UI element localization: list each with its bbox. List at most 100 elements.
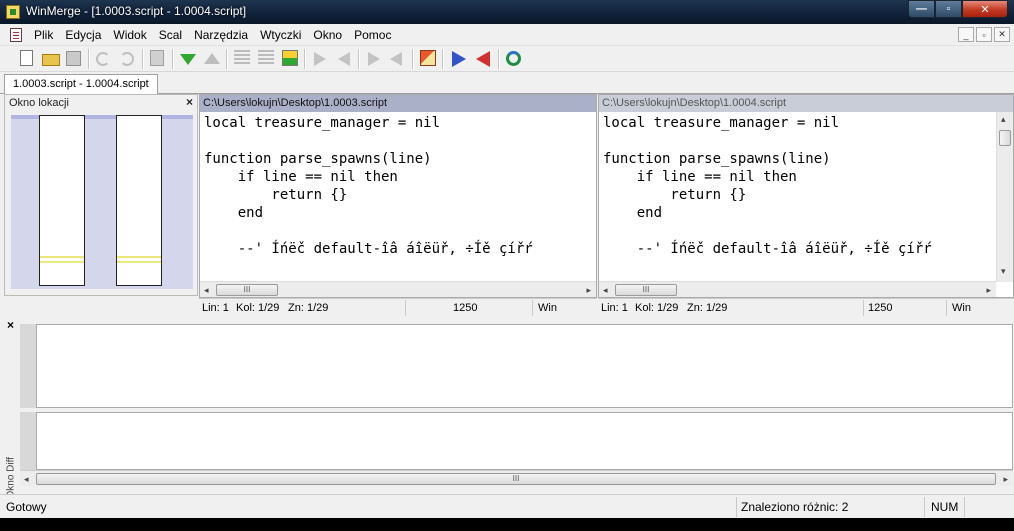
next-difference-icon[interactable] xyxy=(180,54,196,65)
right-vertical-scrollbar[interactable]: ▴ ▾ xyxy=(996,112,1013,282)
menu-okno[interactable]: Okno xyxy=(307,28,348,42)
scroll-right-arrow-icon[interactable]: ▸ xyxy=(986,285,991,296)
left-horizontal-scroll-thumb[interactable]: III xyxy=(216,284,278,296)
scroll-left-arrow-icon[interactable]: ◂ xyxy=(24,474,29,485)
close-button[interactable]: ✕ xyxy=(962,0,1008,18)
mdi-controls: _ ▫ ✕ xyxy=(958,27,1010,42)
diff-pane-sidebar: × Okno Diff xyxy=(4,318,20,499)
scroll-down-arrow-icon[interactable]: ▾ xyxy=(1001,266,1006,277)
menu-narzedzia[interactable]: Narzędzia xyxy=(188,28,254,42)
diff-lower-view[interactable] xyxy=(36,412,1013,470)
diff-lower-gutter xyxy=(20,412,36,470)
copy-left-icon[interactable] xyxy=(338,52,350,66)
menu-scal[interactable]: Scal xyxy=(153,28,188,42)
status-num-lock: NUM xyxy=(931,500,959,514)
difference-marker xyxy=(117,256,161,258)
toolbar-separator xyxy=(498,49,499,69)
menu-bar: Plik Edycja Widok Scal Narzędzia Wtyczki… xyxy=(0,24,1014,46)
app-frame: Plik Edycja Widok Scal Narzędzia Wtyczki… xyxy=(0,24,1014,518)
right-horizontal-scrollbar[interactable]: ◂ III ▸ xyxy=(599,281,996,297)
refresh-icon[interactable] xyxy=(506,51,521,66)
all-right-icon[interactable] xyxy=(452,51,466,67)
open-folder-icon[interactable] xyxy=(42,54,60,66)
left-file-pane[interactable]: C:\Users\lokujn\Desktop\1.0003.script lo… xyxy=(199,94,597,298)
location-pane-close-icon[interactable]: × xyxy=(186,95,193,109)
location-left-column xyxy=(39,115,85,286)
maximize-button[interactable]: ▫ xyxy=(935,0,962,18)
last-difference-icon[interactable] xyxy=(282,50,298,66)
toolbar xyxy=(0,46,1014,72)
status-divider xyxy=(964,497,965,517)
diff-pane-body: × Okno Diff ◂ III ▸ xyxy=(4,318,1014,499)
new-file-icon[interactable] xyxy=(20,50,33,66)
status-bar: Gotowy Znaleziono różnic: 2 NUM xyxy=(0,494,1014,518)
undo-icon[interactable] xyxy=(96,52,110,66)
scroll-up-arrow-icon[interactable]: ▴ xyxy=(1001,114,1006,125)
copy-right-advance-icon[interactable] xyxy=(368,52,380,66)
mdi-restore-button[interactable]: ▫ xyxy=(976,27,992,42)
status-divider xyxy=(924,497,925,517)
window-controls: — ▫ ✕ xyxy=(908,0,1008,18)
scroll-right-arrow-icon[interactable]: ▸ xyxy=(586,285,591,296)
first-difference-icon[interactable] xyxy=(234,50,250,66)
options-icon[interactable] xyxy=(150,50,164,66)
diff-pane-title: Okno Diff xyxy=(5,457,17,499)
previous-difference-icon[interactable] xyxy=(204,53,220,64)
minimize-button[interactable]: — xyxy=(908,0,935,18)
winmerge-app-icon xyxy=(6,5,20,19)
save-icon[interactable] xyxy=(66,51,81,66)
diff-pane: × Okno Diff ◂ III ▸ xyxy=(4,298,1014,499)
window-titlebar[interactable]: WinMerge - [1.0003.script - 1.0004.scrip… xyxy=(0,0,1014,24)
difference-marker xyxy=(40,256,84,258)
mdi-minimize-button[interactable]: _ xyxy=(958,27,974,42)
diff-pane-close-icon[interactable]: × xyxy=(7,318,14,332)
toolbar-separator xyxy=(442,49,443,69)
toolbar-separator xyxy=(358,49,359,69)
status-divider xyxy=(736,497,737,517)
edit-icon[interactable] xyxy=(420,50,436,66)
location-map[interactable] xyxy=(11,115,193,289)
scroll-left-arrow-icon[interactable]: ◂ xyxy=(603,285,608,296)
diff-horizontal-scrollbar[interactable]: ◂ III ▸ xyxy=(20,470,1013,486)
right-file-pane[interactable]: C:\Users\lokujn\Desktop\1.0004.script lo… xyxy=(598,94,1014,298)
location-pane-header: Okno lokacji × xyxy=(5,95,197,111)
right-horizontal-scroll-thumb[interactable]: III xyxy=(615,284,677,296)
menu-widok[interactable]: Widok xyxy=(107,28,152,42)
status-ready: Gotowy xyxy=(6,500,47,514)
left-code-view[interactable]: local treasure_manager = nil function pa… xyxy=(204,114,596,274)
menu-edycja[interactable]: Edycja xyxy=(59,28,107,42)
diff-upper-view[interactable] xyxy=(36,324,1013,408)
window-title: WinMerge - [1.0003.script - 1.0004.scrip… xyxy=(26,4,247,18)
difference-marker xyxy=(117,261,161,263)
toolbar-separator xyxy=(172,49,173,69)
redo-icon[interactable] xyxy=(120,52,134,66)
document-menu-icon[interactable] xyxy=(10,28,22,42)
left-horizontal-scrollbar[interactable]: ◂ III ▸ xyxy=(200,281,596,297)
menu-wtyczki[interactable]: Wtyczki xyxy=(254,28,307,42)
menu-pomoc[interactable]: Pomoc xyxy=(348,28,397,42)
scroll-left-arrow-icon[interactable]: ◂ xyxy=(204,285,209,296)
right-vertical-scroll-thumb[interactable] xyxy=(999,130,1011,146)
copy-right-icon[interactable] xyxy=(314,52,326,66)
right-file-path: C:\Users\lokujn\Desktop\1.0004.script xyxy=(599,95,1013,112)
right-code-view[interactable]: local treasure_manager = nil function pa… xyxy=(603,114,995,274)
menu-plik[interactable]: Plik xyxy=(28,28,59,42)
diff-upper-gutter xyxy=(20,324,36,408)
document-tab-bar: 1.0003.script - 1.0004.script xyxy=(0,72,1014,95)
status-differences-count: Znaleziono różnic: 2 xyxy=(741,500,849,514)
scroll-right-arrow-icon[interactable]: ▸ xyxy=(1003,474,1008,485)
left-file-path: C:\Users\lokujn\Desktop\1.0003.script xyxy=(200,95,596,112)
difference-marker xyxy=(40,261,84,263)
location-right-column xyxy=(116,115,162,286)
toolbar-separator xyxy=(304,49,305,69)
menu-list: Plik Edycja Widok Scal Narzędzia Wtyczki… xyxy=(28,28,397,42)
all-left-icon[interactable] xyxy=(476,51,490,67)
tab-compare-document[interactable]: 1.0003.script - 1.0004.script xyxy=(4,74,158,95)
copy-left-advance-icon[interactable] xyxy=(390,52,402,66)
mdi-close-button[interactable]: ✕ xyxy=(994,27,1010,42)
location-pane: Okno lokacji × xyxy=(4,94,198,296)
diff-horizontal-scroll-thumb[interactable]: III xyxy=(36,473,996,485)
toolbar-separator xyxy=(412,49,413,69)
current-difference-icon[interactable] xyxy=(258,50,274,66)
toolbar-separator xyxy=(142,49,143,69)
